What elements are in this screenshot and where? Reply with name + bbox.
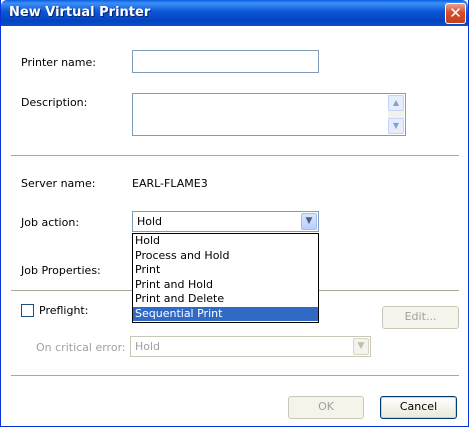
dropdown-option[interactable]: Hold	[133, 234, 318, 249]
server-name-label: Server name:	[21, 177, 96, 190]
dropdown-option[interactable]: Print	[133, 263, 318, 278]
chevron-down-icon[interactable]: ▼	[301, 213, 317, 230]
separator	[11, 375, 459, 377]
server-name-value: EARL-FLAME3	[132, 177, 208, 190]
critical-error-label: On critical error:	[36, 341, 126, 354]
ok-button[interactable]: OK	[288, 396, 364, 419]
preflight-label[interactable]: Preflight:	[39, 304, 88, 317]
new-virtual-printer-dialog: New Virtual Printer ✕ Printer name: Desc…	[0, 0, 469, 427]
critical-error-select[interactable]: Hold ▼	[130, 336, 371, 357]
cancel-button[interactable]: Cancel	[380, 396, 457, 419]
critical-error-value: Hold	[135, 340, 161, 353]
job-action-dropdown-list[interactable]: Hold Process and Hold Print Print and Ho…	[132, 233, 319, 323]
dropdown-option[interactable]: Print and Hold	[133, 278, 318, 293]
preflight-checkbox[interactable]	[21, 304, 34, 317]
description-label: Description:	[21, 96, 88, 109]
description-scrollbar[interactable]: ▲ ▼	[388, 95, 404, 134]
description-textarea[interactable]: ▲ ▼	[132, 93, 406, 136]
close-icon: ✕	[449, 4, 462, 22]
job-action-select[interactable]: Hold ▼	[132, 211, 319, 232]
close-button[interactable]: ✕	[445, 3, 466, 24]
job-properties-label: Job Properties:	[21, 264, 101, 277]
dropdown-option[interactable]: Process and Hold	[133, 249, 318, 264]
separator	[11, 155, 459, 157]
edit-button[interactable]: Edit...	[382, 306, 459, 329]
printer-name-label: Printer name:	[21, 56, 96, 69]
scroll-down-icon[interactable]: ▼	[388, 118, 404, 134]
scroll-up-icon[interactable]: ▲	[388, 95, 404, 111]
title-bar[interactable]: New Virtual Printer ✕	[1, 0, 468, 26]
printer-name-input[interactable]	[132, 50, 319, 73]
chevron-down-icon[interactable]: ▼	[353, 338, 369, 355]
window-title: New Virtual Printer	[9, 5, 151, 20]
dropdown-option[interactable]: Print and Delete	[133, 292, 318, 307]
dropdown-option-selected[interactable]: Sequential Print	[133, 306, 318, 321]
job-action-value: Hold	[137, 215, 163, 228]
job-action-label: Job action:	[21, 216, 80, 229]
